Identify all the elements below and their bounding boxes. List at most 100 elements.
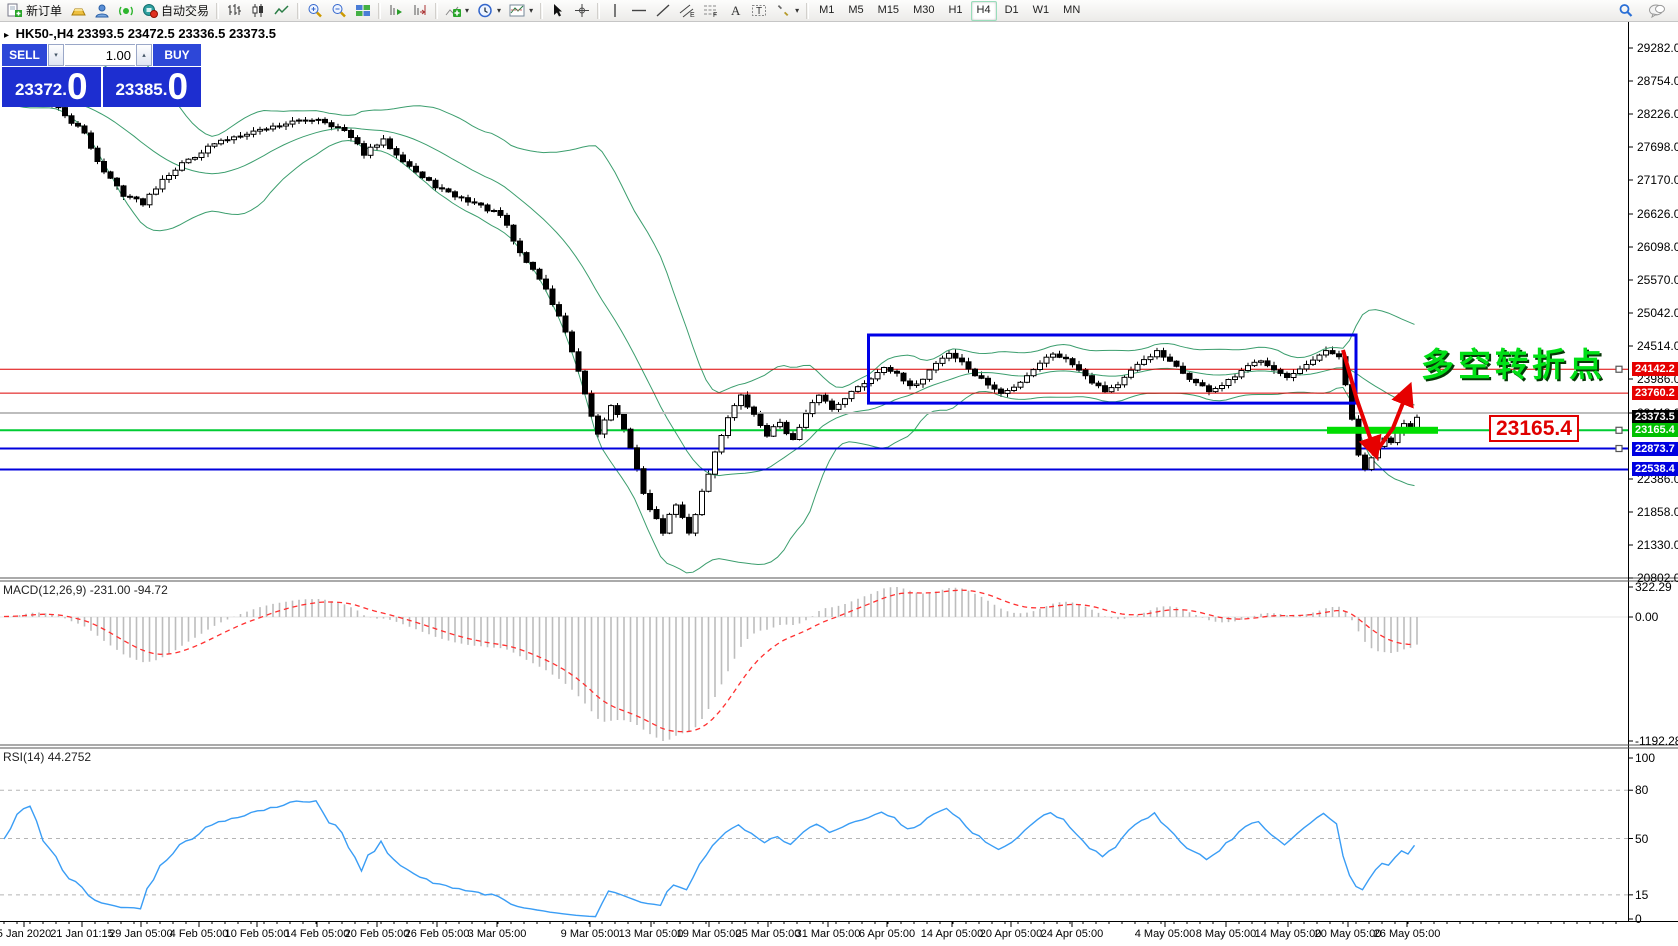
mt4-terminal: { "toolbar": { "items": [ {"icon":"new-o… xyxy=(0,0,1678,946)
chevron-down-icon: ▾ xyxy=(529,6,534,15)
fibo-icon: F xyxy=(703,3,719,18)
quote-line: ▸ HK50-,H4 23393.5 23472.5 23336.5 23373… xyxy=(4,26,276,41)
templates-icon xyxy=(509,3,525,18)
volume-input[interactable] xyxy=(65,44,135,66)
quote-low: 23336.5 xyxy=(178,26,226,41)
time-axis-label: 24 Apr 05:00 xyxy=(1040,928,1104,940)
toolbar-separator xyxy=(216,2,220,19)
channel-button[interactable]: E xyxy=(675,2,699,20)
line-chart-icon xyxy=(274,3,290,18)
price-axis-tick: 21858.0 xyxy=(1637,505,1678,519)
price-axis-tick: 26626.0 xyxy=(1637,207,1678,221)
cursor-icon xyxy=(550,3,566,18)
periods-icon xyxy=(477,3,493,18)
crosshair-button[interactable] xyxy=(570,2,594,20)
zoom-in-icon xyxy=(307,3,323,18)
buy-button[interactable]: BUY xyxy=(153,44,201,66)
turning-point-annotation: 多空转折点 xyxy=(1421,346,1606,383)
chat-icon xyxy=(1648,3,1666,18)
time-axis-label: 31 Mar 05:00 xyxy=(795,928,861,940)
symbol-name: HK50-,H4 xyxy=(15,26,74,41)
gold-icon xyxy=(70,3,86,18)
chat-button[interactable] xyxy=(1644,2,1670,20)
sell-button[interactable]: SELL xyxy=(2,44,47,66)
auto-scroll-button[interactable] xyxy=(384,2,408,20)
publisher-button[interactable] xyxy=(90,2,114,20)
time-axis-label: 8 May 05:00 xyxy=(1195,928,1257,940)
price-axis-tick: 25042.0 xyxy=(1637,306,1678,320)
trendline-button[interactable] xyxy=(651,2,675,20)
time-axis-label: 14 May 05:00 xyxy=(1254,928,1322,940)
timeframe-d1-button[interactable]: D1 xyxy=(999,1,1025,21)
indicators-icon xyxy=(445,3,462,18)
rsi-axis-label: 50 xyxy=(1635,831,1649,846)
buy-price[interactable]: 23385. 0 xyxy=(102,67,201,107)
timeframe-m5-button[interactable]: M5 xyxy=(842,1,869,21)
volume-down-button[interactable]: ▾ xyxy=(48,44,64,66)
toolbar-separator xyxy=(378,2,382,19)
time-axis-label: 6 Apr 05:00 xyxy=(858,928,916,940)
periods-button[interactable]: ▾ xyxy=(473,2,505,20)
time-axis-label: 10 Feb 05:00 xyxy=(224,928,290,940)
price-axis-tick: 29282.0 xyxy=(1637,41,1678,55)
search-button[interactable] xyxy=(1614,2,1638,20)
rsi-axis-label: 0 xyxy=(1635,912,1642,926)
vline-button[interactable] xyxy=(603,2,627,20)
timeframe-m30-button[interactable]: M30 xyxy=(907,1,940,21)
main-chart-pane[interactable] xyxy=(0,22,1628,578)
time-axis-label: 14 Feb 05:00 xyxy=(284,928,350,940)
timeframe-m15-button[interactable]: M15 xyxy=(872,1,905,21)
rsi-axis-label: 100 xyxy=(1635,751,1656,765)
macd-indicator-label: MACD(12,26,9) -231.00 -94.72 xyxy=(3,583,168,597)
bar-chart-button[interactable] xyxy=(222,2,246,20)
time-axis-label: 26 Feb 05:00 xyxy=(404,928,470,940)
rsi-axis-label: 80 xyxy=(1635,783,1649,798)
macd-pane[interactable] xyxy=(0,582,1628,744)
text-button[interactable]: A xyxy=(723,2,747,20)
volume-up-button[interactable]: ▴ xyxy=(136,44,152,66)
time-axis-label: 20 May 05:00 xyxy=(1314,928,1382,940)
candlestick-button[interactable] xyxy=(246,2,270,20)
hline-button[interactable] xyxy=(627,2,651,20)
tile-windows-icon xyxy=(355,3,371,18)
cursor-button[interactable] xyxy=(546,2,570,20)
templates-button[interactable]: ▾ xyxy=(505,2,537,20)
new-order-icon xyxy=(7,3,23,18)
price-badge: 23165.4 xyxy=(1632,423,1678,438)
macd-axis-label: -1192.28 xyxy=(1635,734,1678,748)
chart-shift-button[interactable] xyxy=(408,2,432,20)
price-axis-tick: 27698.0 xyxy=(1637,140,1678,154)
tile-windows-button[interactable] xyxy=(351,2,375,20)
label-button[interactable]: T xyxy=(747,2,771,20)
signals-button[interactable] xyxy=(114,2,138,20)
arrows-button[interactable]: ▾ xyxy=(771,2,803,20)
timeframe-mn-button[interactable]: MN xyxy=(1057,1,1086,21)
fibo-button[interactable]: F xyxy=(699,2,723,20)
indicators-button[interactable]: ▾ xyxy=(441,2,473,20)
time-axis-label: 21 Jan 01:15 xyxy=(50,928,114,940)
price-callout-label: 23165.4 xyxy=(1489,415,1579,442)
vline-icon xyxy=(607,3,623,18)
time-axis-label: 13 Mar 05:00 xyxy=(618,928,684,940)
zoom-in-button[interactable] xyxy=(303,2,327,20)
timeframe-h1-button[interactable]: H1 xyxy=(942,1,968,21)
autotrading-button[interactable]: 自动交易 xyxy=(138,2,213,20)
zoom-out-button[interactable] xyxy=(327,2,351,20)
new-order-button[interactable]: 新订单 xyxy=(3,2,66,20)
gold-button[interactable] xyxy=(66,2,90,20)
timeframe-m1-button[interactable]: M1 xyxy=(813,1,840,21)
quote-close: 23373.5 xyxy=(228,26,276,41)
rsi-pane[interactable] xyxy=(0,748,1628,920)
line-chart-button[interactable] xyxy=(270,2,294,20)
sell-price[interactable]: 23372. 0 xyxy=(2,67,101,107)
price-badge: 22538.4 xyxy=(1632,462,1678,477)
chevron-down-icon: ▾ xyxy=(795,6,800,15)
rsi-indicator-label: RSI(14) 44.2752 xyxy=(3,750,92,764)
trendline-icon xyxy=(655,3,671,18)
timeframe-w1-button[interactable]: W1 xyxy=(1027,1,1056,21)
text-icon: A xyxy=(727,3,743,18)
svg-text:T: T xyxy=(756,6,762,17)
timeframe-h4-button[interactable]: H4 xyxy=(970,0,997,21)
one-click-trading-panel: SELL ▾ ▴ BUY 23372.0 23385.0 xyxy=(2,44,201,107)
time-axis-label: 5 Jan 2020 xyxy=(0,928,52,940)
